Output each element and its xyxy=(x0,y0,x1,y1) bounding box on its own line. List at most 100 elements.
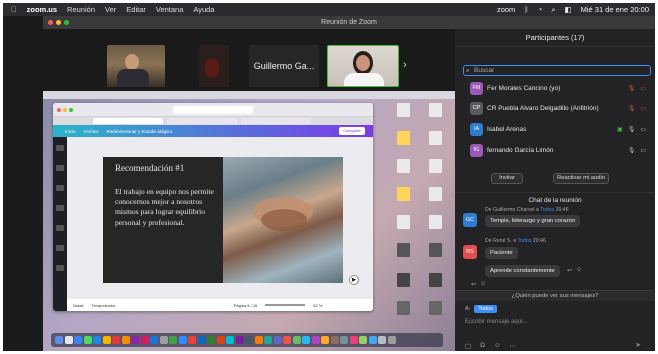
presentation-slide[interactable]: Recomendación #1 El trabajo en equipo no… xyxy=(103,157,343,283)
reply-icon[interactable]: ↩ xyxy=(567,267,572,274)
desktop-image-icon[interactable] xyxy=(429,243,442,257)
app-icon[interactable] xyxy=(359,336,367,344)
close-dot[interactable] xyxy=(57,108,61,112)
control-center-icon[interactable]: ◧ xyxy=(565,5,572,14)
rail-icon[interactable] xyxy=(56,225,64,231)
participant-row[interactable]: fG fernando García Limón 🎙 ▭ xyxy=(470,142,652,158)
chat-message-bubble[interactable]: Temple, liderazgo y gran corazon xyxy=(485,215,581,227)
desktop-image-icon[interactable] xyxy=(397,243,410,257)
desktop-image-icon[interactable] xyxy=(429,301,442,315)
desktop-file-icon[interactable] xyxy=(397,215,410,229)
word-icon[interactable] xyxy=(197,336,206,344)
zoom-status-logo[interactable]: zoom xyxy=(497,5,515,14)
emoji-icon[interactable]: ☺ xyxy=(480,281,486,288)
app-icon[interactable] xyxy=(330,336,339,344)
desktop-file-icon[interactable] xyxy=(429,187,442,201)
finder-icon[interactable] xyxy=(55,336,63,344)
name-tile-guillermo[interactable]: Guillermo Ga... xyxy=(249,45,319,87)
desktop-file-icon[interactable] xyxy=(429,103,442,117)
canva-menu-archivo[interactable]: Archivo xyxy=(84,129,99,134)
menu-reunion[interactable]: Reunión xyxy=(67,5,95,14)
desktop-folder-icon[interactable] xyxy=(397,131,410,145)
participant-row[interactable]: FM Fer Morales Cancino (yo) 🎙 ▭ xyxy=(470,80,652,96)
desktop-image-icon[interactable] xyxy=(429,273,442,287)
desktop-file-icon[interactable] xyxy=(397,159,410,173)
browser-tab[interactable] xyxy=(167,118,237,124)
desktop-image-icon[interactable] xyxy=(397,301,410,315)
canva-menu-inicio[interactable]: Inicio xyxy=(65,129,76,134)
excel-icon[interactable] xyxy=(207,336,215,344)
video-tile-participant-1[interactable] xyxy=(107,45,165,87)
app-icon[interactable] xyxy=(321,336,329,344)
more-icon[interactable]: ⋯ xyxy=(510,342,517,350)
invite-button[interactable]: Invitar xyxy=(491,173,523,184)
mic-icon[interactable]: 🎙 xyxy=(628,147,636,154)
app-icon[interactable] xyxy=(349,336,358,344)
app-icon[interactable] xyxy=(302,336,310,344)
mail-icon[interactable] xyxy=(93,336,101,344)
chat-recipient[interactable]: Todos xyxy=(540,207,554,213)
calendar-icon[interactable] xyxy=(112,336,120,344)
unmute-button[interactable]: Reactivar mi audio xyxy=(553,173,609,184)
mic-muted-icon[interactable]: 🎙 xyxy=(628,85,636,92)
messages-icon[interactable] xyxy=(83,336,92,344)
app-icon[interactable] xyxy=(292,336,301,344)
notes-button[interactable]: Notas xyxy=(73,303,83,308)
bluetooth-icon[interactable]: ᛒ xyxy=(524,5,529,14)
canva-icon[interactable] xyxy=(226,336,234,344)
reply-icon[interactable]: ↩ xyxy=(471,281,476,288)
app-icon[interactable] xyxy=(273,336,282,344)
app-icon[interactable] xyxy=(245,336,253,344)
desktop-file-icon[interactable] xyxy=(397,103,410,117)
music-icon[interactable] xyxy=(140,336,149,344)
photos-icon[interactable] xyxy=(121,336,130,344)
app-icon[interactable] xyxy=(340,336,348,344)
chat-message-bubble[interactable]: Aprende constantemente xyxy=(485,265,560,277)
clock[interactable]: Mié 31 de ene 20:00 xyxy=(581,5,649,14)
next-videos-arrow[interactable]: › xyxy=(403,59,407,71)
video-tile-participant-2[interactable] xyxy=(199,45,229,87)
rail-icon[interactable] xyxy=(56,185,64,191)
apple-icon[interactable]:  xyxy=(11,5,17,14)
chat-message-bubble[interactable]: Paciente xyxy=(485,247,518,259)
video-off-icon[interactable]: ▭ xyxy=(640,105,646,112)
rail-icon[interactable] xyxy=(56,265,64,271)
video-tile-active-speaker[interactable] xyxy=(327,45,399,87)
video-icon[interactable]: ▭ xyxy=(640,147,646,154)
menu-editar[interactable]: Editar xyxy=(126,5,146,14)
format-icon[interactable]: Ω xyxy=(480,342,485,350)
safari-icon[interactable] xyxy=(74,336,82,344)
mic-muted-icon[interactable]: 🎙 xyxy=(628,105,636,112)
canva-share-button[interactable]: Compartir xyxy=(339,127,365,135)
menu-ver[interactable]: Ver xyxy=(105,5,116,14)
participant-row[interactable]: CP CR Puebla Alvaro Delgadillo (Anfitrió… xyxy=(470,100,652,116)
powerpoint-icon[interactable] xyxy=(216,336,225,344)
desktop-file-icon[interactable] xyxy=(429,131,442,145)
podcasts-icon[interactable] xyxy=(131,336,139,344)
trash-icon[interactable] xyxy=(387,336,396,344)
play-button[interactable]: ▶ xyxy=(349,275,359,285)
app-icon[interactable] xyxy=(368,336,377,344)
minimize-window-button[interactable] xyxy=(56,20,61,25)
app-icon[interactable] xyxy=(283,336,291,344)
emoji-icon[interactable]: ☺ xyxy=(576,267,582,274)
rail-icon[interactable] xyxy=(56,205,64,211)
facetime-icon[interactable] xyxy=(169,336,177,344)
participants-search-input[interactable]: ⌕ Buscar xyxy=(463,65,651,76)
browser-tab[interactable] xyxy=(93,118,163,124)
wifi-icon[interactable]: ◔ xyxy=(538,5,543,14)
zoom-window-button[interactable] xyxy=(64,20,69,25)
canva-menu-resize[interactable]: Redimensionar y Estudio Mágico xyxy=(107,129,173,134)
rail-icon[interactable] xyxy=(56,165,64,171)
zoom-app-icon[interactable] xyxy=(178,336,187,344)
desktop-image-icon[interactable] xyxy=(397,273,410,287)
send-icon[interactable]: ➤ xyxy=(635,341,641,349)
launchpad-icon[interactable] xyxy=(64,336,73,344)
maximize-dot[interactable] xyxy=(69,108,73,112)
app-store-icon[interactable] xyxy=(150,336,158,344)
menu-ayuda[interactable]: Ayuda xyxy=(193,5,214,14)
desktop-file-icon[interactable] xyxy=(429,159,442,173)
search-icon[interactable]: ⌕ xyxy=(551,5,555,15)
screen-share-icon[interactable]: ▣ xyxy=(617,126,623,133)
app-icon[interactable] xyxy=(264,336,272,344)
